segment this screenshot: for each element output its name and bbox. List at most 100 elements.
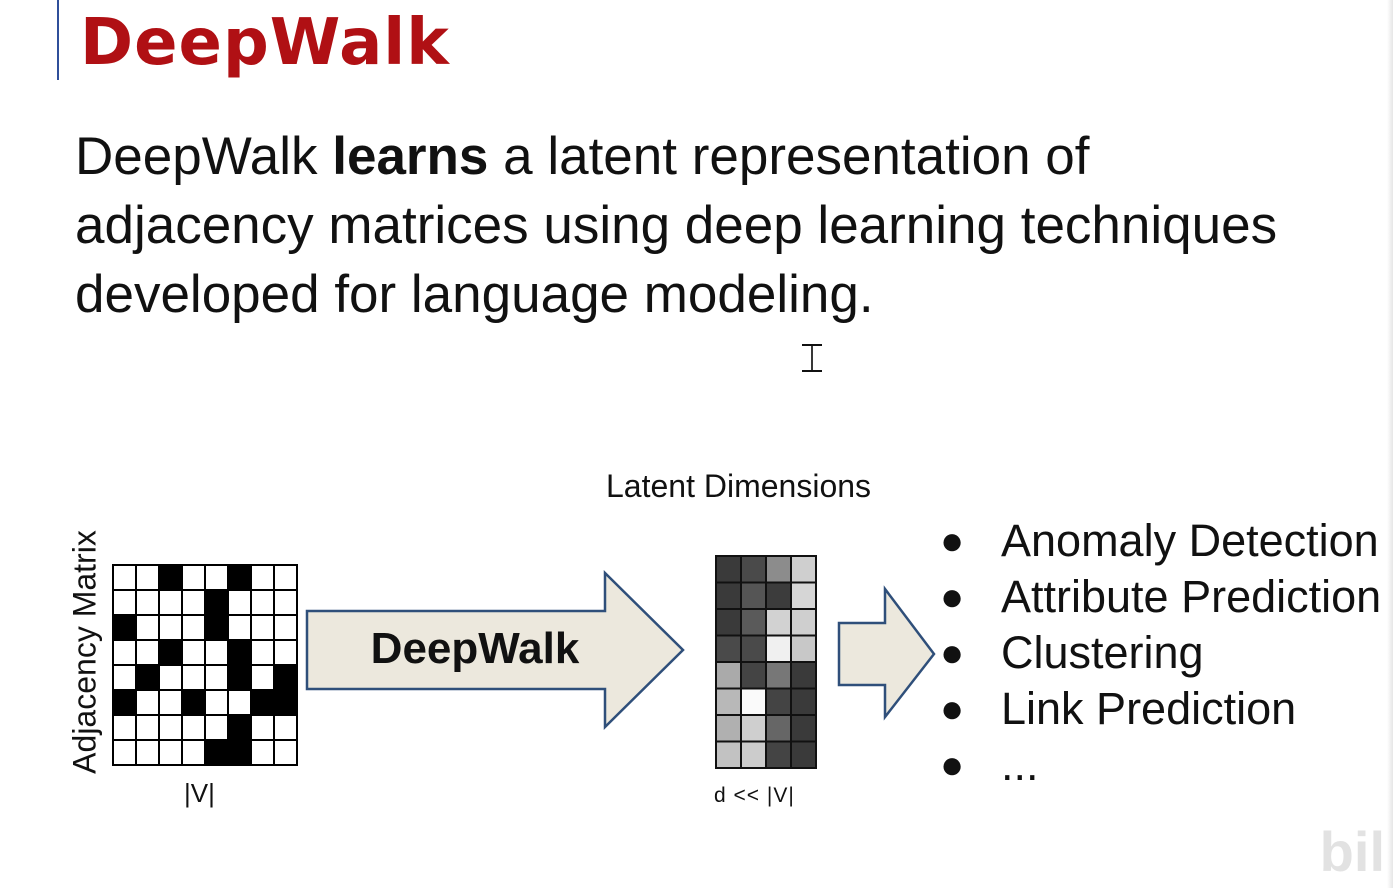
adjacency-cell <box>204 739 229 766</box>
adjacency-cell <box>135 664 160 691</box>
deepwalk-arrow-label: DeepWalk <box>370 624 580 673</box>
adjacency-cell <box>204 639 229 666</box>
adjacency-cell <box>227 664 252 691</box>
latent-cell <box>740 687 767 716</box>
adjacency-cell <box>112 614 137 641</box>
bullet-icon: ● <box>940 631 965 675</box>
adjacency-cell <box>181 689 206 716</box>
adjacency-cell <box>204 614 229 641</box>
adjacency-cell <box>250 714 275 741</box>
adjacency-cell <box>135 589 160 616</box>
adjacency-matrix <box>112 564 298 766</box>
latent-cell <box>765 740 792 769</box>
adjacency-cell <box>250 664 275 691</box>
slide-title: DeepWalk <box>80 6 450 80</box>
latent-cell <box>740 581 767 610</box>
adjacency-cell <box>158 664 183 691</box>
latent-cell <box>790 714 817 743</box>
adjacency-cell <box>135 689 160 716</box>
adjacency-cell <box>273 564 298 591</box>
adjacency-cell <box>181 714 206 741</box>
adjacency-cell <box>112 664 137 691</box>
bullet-icon: ● <box>940 743 965 787</box>
adjacency-cell <box>204 689 229 716</box>
adjacency-cell <box>112 639 137 666</box>
body-text-part1: DeepWalk <box>75 127 333 186</box>
latent-cell <box>715 661 742 690</box>
latent-cell <box>765 581 792 610</box>
latent-cell <box>765 661 792 690</box>
latent-cell <box>740 714 767 743</box>
latent-cell <box>715 687 742 716</box>
latent-cell <box>765 714 792 743</box>
latent-cell <box>715 714 742 743</box>
adjacency-cell <box>181 739 206 766</box>
latent-cell <box>740 555 767 584</box>
adjacency-cell <box>250 614 275 641</box>
adjacency-cell <box>158 614 183 641</box>
adjacency-cell <box>158 564 183 591</box>
adjacency-cell <box>227 689 252 716</box>
adjacency-cell <box>158 714 183 741</box>
application-item-label: Anomaly Detection <box>1001 515 1379 566</box>
adjacency-cell <box>181 664 206 691</box>
adjacency-size-label: |V| <box>184 778 215 808</box>
bullet-icon: ● <box>940 575 965 619</box>
adjacency-cell <box>273 689 298 716</box>
adjacency-cell <box>227 614 252 641</box>
latent-cell <box>715 740 742 769</box>
adjacency-cell <box>181 614 206 641</box>
adjacency-cell <box>273 714 298 741</box>
adjacency-cell <box>181 564 206 591</box>
latent-cell <box>790 661 817 690</box>
adjacency-cell <box>204 714 229 741</box>
adjacency-cell <box>158 689 183 716</box>
adjacency-cell <box>227 739 252 766</box>
latent-cell <box>790 740 817 769</box>
latent-cell <box>765 634 792 663</box>
adjacency-cell <box>204 564 229 591</box>
body-text-bold: learns <box>332 127 489 186</box>
adjacency-cell <box>250 689 275 716</box>
latent-cell <box>715 634 742 663</box>
watermark-logo: bil <box>1319 820 1385 883</box>
latent-cell <box>790 555 817 584</box>
adjacency-cell <box>181 639 206 666</box>
application-item-label: Link Prediction <box>1001 683 1297 734</box>
adjacency-cell <box>204 589 229 616</box>
adjacency-cell <box>250 589 275 616</box>
adjacency-cell <box>135 564 160 591</box>
title-accent-bar <box>57 0 59 80</box>
latent-cell <box>740 661 767 690</box>
adjacency-cell <box>112 589 137 616</box>
bullet-icon: ● <box>940 519 965 563</box>
latent-size-label: d << |V| <box>714 784 795 807</box>
latent-cell <box>790 581 817 610</box>
adjacency-cell <box>250 564 275 591</box>
adjacency-cell <box>181 589 206 616</box>
adjacency-cell <box>273 639 298 666</box>
adjacency-cell <box>250 639 275 666</box>
window-edge <box>1387 0 1393 888</box>
adjacency-cell <box>112 739 137 766</box>
adjacency-cell <box>158 639 183 666</box>
adjacency-cell <box>250 739 275 766</box>
adjacency-cell <box>227 639 252 666</box>
adjacency-cell <box>135 714 160 741</box>
adjacency-cell <box>273 664 298 691</box>
adjacency-cell <box>135 614 160 641</box>
output-arrow <box>837 585 936 721</box>
adjacency-cell <box>273 739 298 766</box>
latent-cell <box>790 687 817 716</box>
latent-cell <box>765 687 792 716</box>
latent-cell <box>765 608 792 637</box>
latent-dimensions-label: Latent Dimensions <box>606 468 872 504</box>
latent-cell <box>765 555 792 584</box>
application-item-label: Attribute Prediction <box>1001 571 1382 622</box>
latent-cell <box>790 608 817 637</box>
adjacency-cell <box>158 739 183 766</box>
adjacency-matrix-label-text: Adjacency Matrix <box>66 530 103 774</box>
adjacency-cell <box>204 664 229 691</box>
adjacency-cell <box>135 639 160 666</box>
latent-cell <box>715 608 742 637</box>
